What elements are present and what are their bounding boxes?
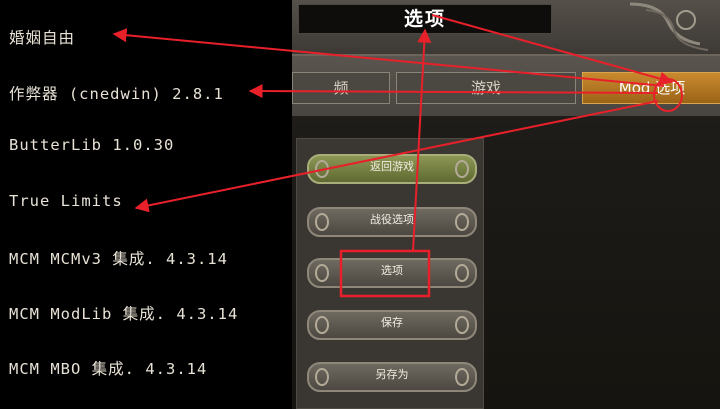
mod-item-true-limits[interactable]: True Limits xyxy=(9,192,123,210)
save-button[interactable]: 保存 xyxy=(307,310,477,340)
button-ornament-icon xyxy=(315,213,329,231)
options-label: 选项 xyxy=(381,264,403,277)
campaign-options-button[interactable]: 战役选项 xyxy=(307,207,477,237)
return-to-game-button[interactable]: 返回游戏 xyxy=(307,154,477,184)
button-ornament-icon xyxy=(455,368,469,386)
tab-game[interactable]: 游戏 xyxy=(396,72,576,104)
options-button[interactable]: 选项 xyxy=(307,258,477,288)
save-as-label: 另存为 xyxy=(375,368,409,381)
corner-ornament-icon xyxy=(629,2,709,51)
button-ornament-icon xyxy=(315,316,329,334)
button-ornament-icon xyxy=(315,368,329,386)
save-label: 保存 xyxy=(381,316,403,329)
mod-item-cheats[interactable]: 作弊器 (cnedwin) 2.8.1 xyxy=(9,82,224,104)
button-ornament-icon xyxy=(455,160,469,178)
mod-item-marriage-freedom[interactable]: 婚姻自由 xyxy=(9,26,75,48)
button-ornament-icon xyxy=(455,316,469,334)
button-ornament-icon xyxy=(315,160,329,178)
button-ornament-icon xyxy=(315,264,329,282)
tab-mod-options[interactable]: Mod 选项 xyxy=(582,72,720,104)
button-ornament-icon xyxy=(455,264,469,282)
button-ornament-icon xyxy=(455,213,469,231)
campaign-options-label: 战役选项 xyxy=(370,213,414,226)
page-title: 选项 xyxy=(403,8,446,30)
return-to-game-label: 返回游戏 xyxy=(370,160,414,173)
tab-video[interactable]: 频 xyxy=(292,72,390,104)
save-as-button[interactable]: 另存为 xyxy=(307,362,477,392)
mod-item-mcm-modlib[interactable]: MCM ModLib 集成. 4.3.14 xyxy=(9,302,238,324)
mod-item-mcm-mbo[interactable]: MCM MBO 集成. 4.3.14 xyxy=(9,357,207,379)
mod-item-butterlib[interactable]: ButterLib 1.0.30 xyxy=(9,136,174,154)
mod-list-panel: 婚姻自由 作弊器 (cnedwin) 2.8.1 ButterLib 1.0.3… xyxy=(0,0,292,409)
mod-item-mcm-v3[interactable]: MCM MCMv3 集成. 4.3.14 xyxy=(9,247,228,269)
